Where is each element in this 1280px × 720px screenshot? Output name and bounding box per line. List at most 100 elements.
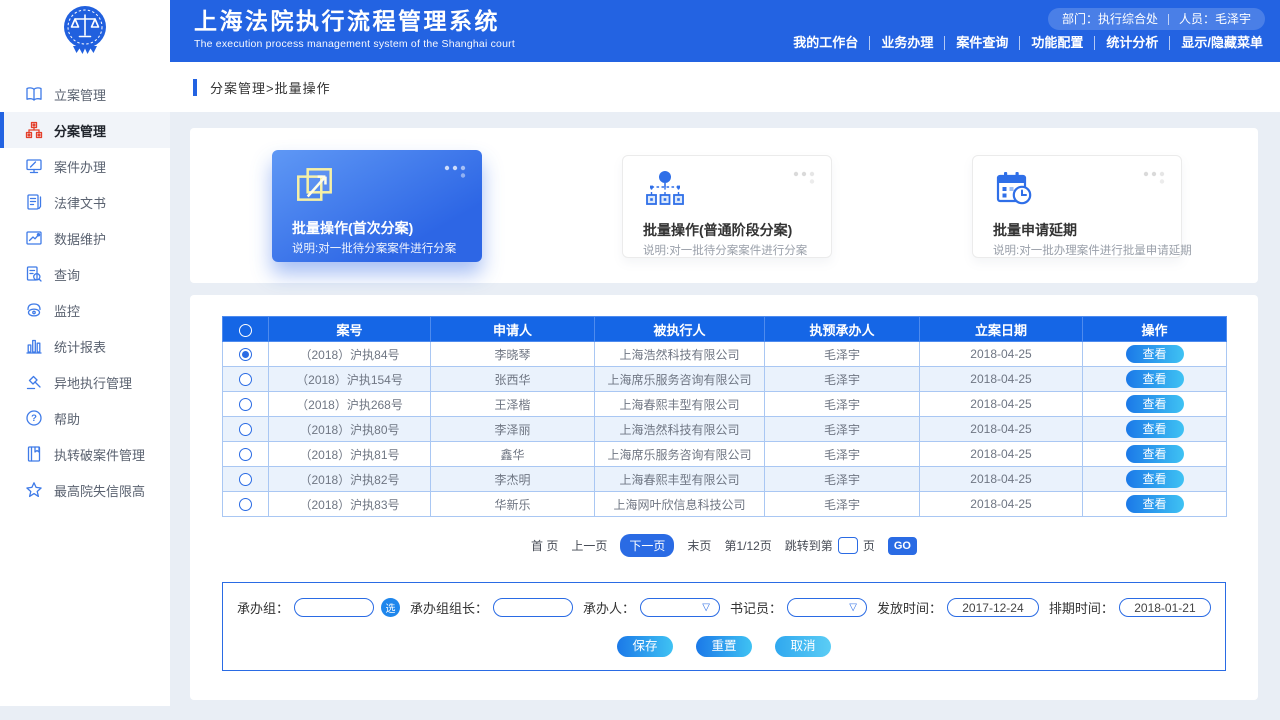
issue-date-input[interactable]: 2017-12-24 bbox=[947, 598, 1039, 617]
calendar-clock-icon bbox=[993, 168, 1037, 217]
column-header-applicant: 申请人 bbox=[431, 317, 595, 342]
sidebar-item-help[interactable]: ? 帮助 bbox=[0, 400, 170, 436]
reset-button[interactable]: 重置 bbox=[696, 636, 752, 657]
row-radio[interactable] bbox=[239, 473, 252, 486]
go-button[interactable]: GO bbox=[888, 537, 917, 555]
nav-my-workbench[interactable]: 我的工作台 bbox=[782, 36, 870, 50]
dots-decoration-icon bbox=[793, 170, 817, 190]
sidebar-item-label: 最高院失信限高 bbox=[54, 481, 145, 500]
group-select-button[interactable]: 选 bbox=[381, 598, 400, 617]
row-radio[interactable] bbox=[239, 398, 252, 411]
row-radio[interactable] bbox=[239, 373, 252, 386]
star-icon bbox=[25, 481, 43, 499]
sidebar-item-bankruptcy-cases[interactable]: 执转破案件管理 bbox=[0, 436, 170, 472]
page-jump-input[interactable] bbox=[838, 537, 858, 554]
view-button[interactable]: 查看 bbox=[1126, 395, 1184, 413]
view-button[interactable]: 查看 bbox=[1126, 445, 1184, 463]
cell-respondent: 上海春熙丰型有限公司 bbox=[595, 392, 765, 417]
sidebar-item-remote-execution[interactable]: 异地执行管理 bbox=[0, 364, 170, 400]
column-header-handler: 执预承办人 bbox=[765, 317, 920, 342]
dots-decoration-icon bbox=[1143, 170, 1167, 190]
select-all-radio[interactable] bbox=[239, 324, 252, 337]
column-header-case-no: 案号 bbox=[269, 317, 431, 342]
card-description: 说明:对一批办理案件进行批量申请延期 bbox=[993, 242, 1192, 258]
nav-statistics-analysis[interactable]: 统计分析 bbox=[1095, 36, 1170, 50]
card-batch-first-assignment[interactable]: 批量操作(首次分案) 说明:对一批待分案案件进行分案 bbox=[272, 150, 482, 262]
view-button[interactable]: 查看 bbox=[1126, 495, 1184, 513]
sidebar-item-case-assignment[interactable]: 分案管理 bbox=[0, 112, 170, 148]
card-batch-normal-assignment[interactable]: 批量操作(普通阶段分案) 说明:对一批待分案案件进行分案 bbox=[622, 155, 832, 258]
cell-handler: 毛泽宇 bbox=[765, 492, 920, 517]
issue-date-label: 发放时间： bbox=[877, 598, 942, 617]
court-emblem bbox=[0, 0, 170, 62]
cell-applicant: 李杰明 bbox=[431, 467, 595, 492]
table-row: （2018）沪执80号 李泽丽 上海浩然科技有限公司 毛泽宇 2018-04-2… bbox=[223, 417, 1227, 442]
sidebar-item-case-handling[interactable]: 案件办理 bbox=[0, 148, 170, 184]
group-label: 承办组： bbox=[237, 598, 289, 617]
row-radio[interactable] bbox=[239, 498, 252, 511]
sidebar-item-statistics-report[interactable]: 统计报表 bbox=[0, 328, 170, 364]
sidebar-item-monitoring[interactable]: 监控 bbox=[0, 292, 170, 328]
sidebar-item-label: 监控 bbox=[54, 301, 80, 320]
user-badge: 部门：执行综合处 人员：毛泽宇 bbox=[1048, 8, 1265, 30]
brand: 上海法院执行流程管理系统 The execution process manag… bbox=[194, 8, 515, 50]
view-button[interactable]: 查看 bbox=[1126, 345, 1184, 363]
jump-label-prefix: 跳转到第 bbox=[785, 537, 833, 554]
table-row: （2018）沪执83号 华新乐 上海网叶欣信息科技公司 毛泽宇 2018-04-… bbox=[223, 492, 1227, 517]
table-row: （2018）沪执81号 鑫华 上海席乐服务咨询有限公司 毛泽宇 2018-04-… bbox=[223, 442, 1227, 467]
page-first-button[interactable]: 首 页 bbox=[531, 537, 558, 554]
sidebar-item-supreme-court-dishonest[interactable]: 最高院失信限高 bbox=[0, 472, 170, 508]
schedule-date-input[interactable]: 2018-01-21 bbox=[1119, 598, 1211, 617]
row-radio[interactable] bbox=[239, 423, 252, 436]
nav-function-config[interactable]: 功能配置 bbox=[1020, 36, 1095, 50]
sidebar-item-data-maintenance[interactable]: 数据维护 bbox=[0, 220, 170, 256]
column-header-respondent: 被执行人 bbox=[595, 317, 765, 342]
view-button[interactable]: 查看 bbox=[1126, 470, 1184, 488]
form-field-group-leader: 承办组组长： bbox=[410, 598, 573, 617]
handler-select[interactable]: ▽ bbox=[640, 598, 720, 617]
column-header-filing-date: 立案日期 bbox=[920, 317, 1083, 342]
sidebar-item-label: 执转破案件管理 bbox=[54, 445, 145, 464]
sidebar-item-query[interactable]: 查询 bbox=[0, 256, 170, 292]
page-next-button[interactable]: 下一页 bbox=[620, 534, 674, 557]
page-prev-button[interactable]: 上一页 bbox=[571, 537, 607, 554]
sidebar-item-case-filing[interactable]: 立案管理 bbox=[0, 76, 170, 112]
cancel-button[interactable]: 取消 bbox=[775, 636, 831, 657]
cell-case-no: （2018）沪执154号 bbox=[269, 367, 431, 392]
row-radio[interactable] bbox=[239, 348, 252, 361]
table-panel: 案号 申请人 被执行人 执预承办人 立案日期 操作 （2018）沪执84号 李晓… bbox=[190, 295, 1258, 700]
sidebar-item-label: 数据维护 bbox=[54, 229, 106, 248]
nav-toggle-menu[interactable]: 显示/隐藏菜单 bbox=[1170, 36, 1274, 50]
form-fields-row: 承办组： 选 承办组组长： 承办人： ▽ 书记员： ▽ 发放时间： 2017-1… bbox=[237, 598, 1211, 617]
case-table: 案号 申请人 被执行人 执预承办人 立案日期 操作 （2018）沪执84号 李晓… bbox=[222, 316, 1227, 517]
breadcrumb-bar: 分案管理>批量操作 bbox=[170, 62, 1280, 112]
sidebar-item-label: 法律文书 bbox=[54, 193, 106, 212]
nav-case-query[interactable]: 案件查询 bbox=[945, 36, 1020, 50]
sidebar-item-label: 案件办理 bbox=[54, 157, 106, 176]
form-buttons-row: 保存 重置 取消 bbox=[223, 636, 1225, 657]
cell-filing-date: 2018-04-25 bbox=[920, 417, 1083, 442]
view-button[interactable]: 查看 bbox=[1126, 420, 1184, 438]
jump-label-suffix: 页 bbox=[863, 537, 875, 554]
cell-case-no: （2018）沪执268号 bbox=[269, 392, 431, 417]
export-icon bbox=[292, 162, 338, 213]
page-last-button[interactable]: 末页 bbox=[687, 537, 711, 554]
view-button[interactable]: 查看 bbox=[1126, 370, 1184, 388]
cell-applicant: 华新乐 bbox=[431, 492, 595, 517]
group-leader-input[interactable] bbox=[493, 598, 573, 617]
monitor-icon bbox=[25, 157, 43, 175]
clerk-select[interactable]: ▽ bbox=[787, 598, 867, 617]
group-input[interactable] bbox=[294, 598, 374, 617]
save-button[interactable]: 保存 bbox=[617, 636, 673, 657]
dots-decoration-icon bbox=[444, 164, 468, 184]
cell-applicant: 鑫华 bbox=[431, 442, 595, 467]
assignment-form: 承办组： 选 承办组组长： 承办人： ▽ 书记员： ▽ 发放时间： 2017-1… bbox=[222, 582, 1226, 671]
pagination: 首 页 上一页 下一页 末页 第1/12页 跳转到第 页 GO bbox=[190, 534, 1258, 557]
sidebar-item-label: 查询 bbox=[54, 265, 80, 284]
sidebar-item-legal-documents[interactable]: 法律文书 bbox=[0, 184, 170, 220]
nav-business-handling[interactable]: 业务办理 bbox=[870, 36, 945, 50]
row-radio[interactable] bbox=[239, 448, 252, 461]
form-field-issue-date: 发放时间： 2017-12-24 bbox=[877, 598, 1039, 617]
cell-applicant: 李泽丽 bbox=[431, 417, 595, 442]
card-batch-apply-extension[interactable]: 批量申请延期 说明:对一批办理案件进行批量申请延期 bbox=[972, 155, 1182, 258]
